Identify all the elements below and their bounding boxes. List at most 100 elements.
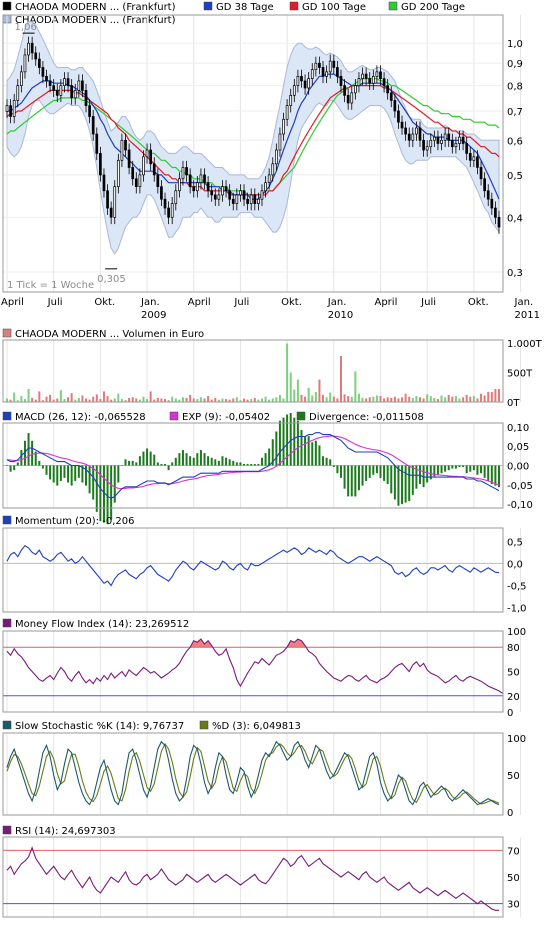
volume-bar	[418, 397, 421, 402]
candle-body	[458, 136, 461, 144]
candle-body	[483, 178, 486, 192]
x-tick-label: Okt.	[281, 297, 302, 308]
candle-body	[282, 118, 285, 135]
legend-swatch	[2, 720, 12, 730]
divergence-bar	[397, 465, 400, 506]
candle-body	[48, 80, 52, 86]
divergence-bar	[221, 456, 224, 466]
x-tick-label: Juli	[420, 297, 436, 308]
volume-bar	[221, 398, 224, 402]
candle-body	[70, 85, 73, 99]
divergence-bar	[260, 457, 263, 466]
legend-label: MACD (26, 12): -0,065528	[15, 412, 146, 423]
y-tick-label: 500T	[507, 369, 533, 380]
candle-body	[379, 71, 382, 79]
divergence-bar	[189, 456, 192, 466]
candle-body	[239, 190, 242, 196]
volume-bar	[444, 397, 447, 402]
candle-body	[34, 52, 38, 60]
candle-body	[422, 139, 425, 151]
divergence-bar	[408, 465, 411, 502]
volume-bar	[92, 396, 95, 402]
volume-bar	[207, 396, 210, 402]
divergence-bar	[59, 465, 62, 481]
legend-label: Slow Stochastic %K (14): 9,76737	[15, 721, 184, 732]
divergence-bar	[20, 450, 23, 466]
divergence-bar	[451, 465, 454, 469]
volume-bar	[383, 398, 386, 402]
candle-body	[174, 190, 178, 204]
candle-body	[160, 186, 163, 200]
candle-body	[203, 174, 206, 184]
volume-bar	[393, 396, 396, 402]
divergence-bar	[350, 465, 353, 497]
volume-bar	[117, 393, 120, 402]
divergence-bar	[379, 465, 382, 478]
candle-body	[440, 139, 443, 144]
volume-bar	[318, 379, 321, 402]
divergence-bar	[498, 465, 500, 488]
mfi-panel-frame	[2, 630, 504, 713]
volume-bar	[49, 394, 52, 402]
candle-body	[465, 143, 469, 154]
candle-body	[23, 54, 27, 73]
candle-body	[99, 153, 102, 176]
candle-body	[217, 194, 221, 200]
divergence-bar	[383, 465, 386, 481]
divergence-bar	[343, 465, 346, 489]
volume-bar	[314, 391, 317, 402]
volume-bar	[480, 393, 483, 402]
volume-bar	[85, 398, 88, 402]
divergence-bar	[375, 465, 378, 474]
volume-bar	[487, 391, 490, 402]
divergence-bar	[458, 465, 461, 468]
candle-body	[224, 186, 228, 192]
volume-bar	[325, 397, 328, 402]
candle-body	[267, 174, 271, 184]
y-tick-label: 0,5	[507, 171, 523, 182]
divergence-bar	[332, 465, 335, 468]
candle-body	[468, 153, 472, 161]
legend-swatch	[203, 1, 213, 11]
volume-bar	[404, 393, 407, 402]
volume-bar	[264, 396, 267, 402]
divergence-bar	[117, 465, 120, 483]
candle-body	[138, 174, 142, 188]
candle-body	[249, 194, 253, 204]
divergence-bar	[300, 429, 303, 466]
volume-bar	[375, 395, 378, 402]
volume-bar	[368, 397, 371, 402]
x-tick-label: April	[188, 297, 211, 308]
divergence-bar	[483, 465, 486, 478]
divergence-bar	[153, 454, 156, 466]
divergence-bar	[347, 465, 350, 497]
divergence-bar	[278, 420, 281, 466]
legend-swatch	[169, 411, 179, 421]
volume-bar	[128, 397, 131, 402]
x-tick-label: Jan.	[514, 297, 534, 308]
divergence-bar	[124, 459, 127, 466]
candle-body	[433, 136, 436, 141]
y-tick-label: 80	[507, 643, 520, 654]
volume-bar	[494, 389, 497, 402]
divergence-bar	[296, 420, 299, 466]
divergence-bar	[293, 417, 296, 466]
y-tick-label: 0T	[507, 398, 520, 409]
x-tick-label: Juli	[233, 297, 249, 308]
volume-bar	[6, 398, 8, 402]
volume-bar	[296, 379, 299, 402]
volume-bar	[160, 398, 163, 402]
y-tick-label: -1,0	[507, 604, 527, 615]
max-annotation: 1,06	[15, 22, 37, 33]
divergence-bar	[325, 457, 328, 466]
candle-body	[486, 190, 490, 200]
divergence-bar	[171, 462, 174, 466]
volume-bar	[343, 394, 346, 402]
y-tick-label: 0,10	[507, 423, 529, 434]
volume-bar	[469, 396, 472, 402]
divergence-bar	[426, 465, 429, 483]
divergence-bar	[160, 463, 163, 466]
candle-body	[497, 216, 501, 228]
candle-body	[404, 127, 407, 135]
volume-bar	[95, 394, 98, 402]
